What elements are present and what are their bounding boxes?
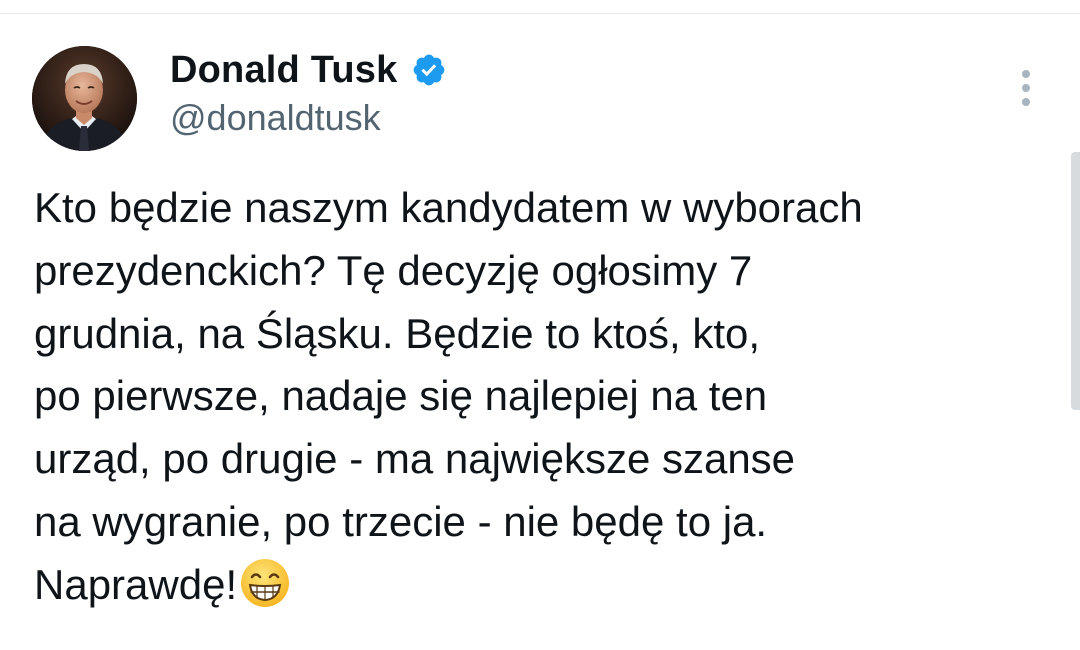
author-handle[interactable]: @donaldtusk: [170, 97, 381, 139]
tweet-text: Kto będzie naszym kandydatem w wyborach …: [34, 177, 1064, 617]
avatar-photo: [32, 46, 137, 151]
tweet-line: po pierwsze, nadaje się najlepiej na ten: [34, 372, 768, 420]
tweet-line: Kto będzie naszym kandydatem w wyborach: [34, 184, 863, 231]
avatar[interactable]: [32, 46, 137, 151]
author-display-name[interactable]: Donald Tusk: [170, 49, 397, 92]
tweet-line: prezydenckich? Tę decyzję ogłosimy 7: [34, 246, 753, 294]
tweet-line-text: Naprawdę!: [34, 560, 238, 608]
tweet-line: na wygranie, po trzecie - nie będę to ja…: [34, 497, 768, 545]
verified-badge-icon[interactable]: [411, 52, 447, 88]
more-options-icon[interactable]: [1010, 68, 1042, 108]
more-dot: [1022, 70, 1030, 78]
author-name-row: Donald Tusk: [170, 48, 447, 92]
more-dot: [1022, 84, 1030, 92]
top-divider: [0, 13, 1080, 14]
tweet-line-last: Naprawdę!: [34, 554, 1064, 617]
grinning-face-emoji-icon: [239, 557, 291, 609]
tweet-line: urząd, po drugie - ma największe szanse: [34, 435, 796, 483]
scrollbar[interactable]: [1071, 152, 1080, 410]
more-dot: [1022, 98, 1030, 106]
tweet-line: grudnia, na Śląsku. Będzie to ktoś, kto,: [34, 309, 761, 357]
